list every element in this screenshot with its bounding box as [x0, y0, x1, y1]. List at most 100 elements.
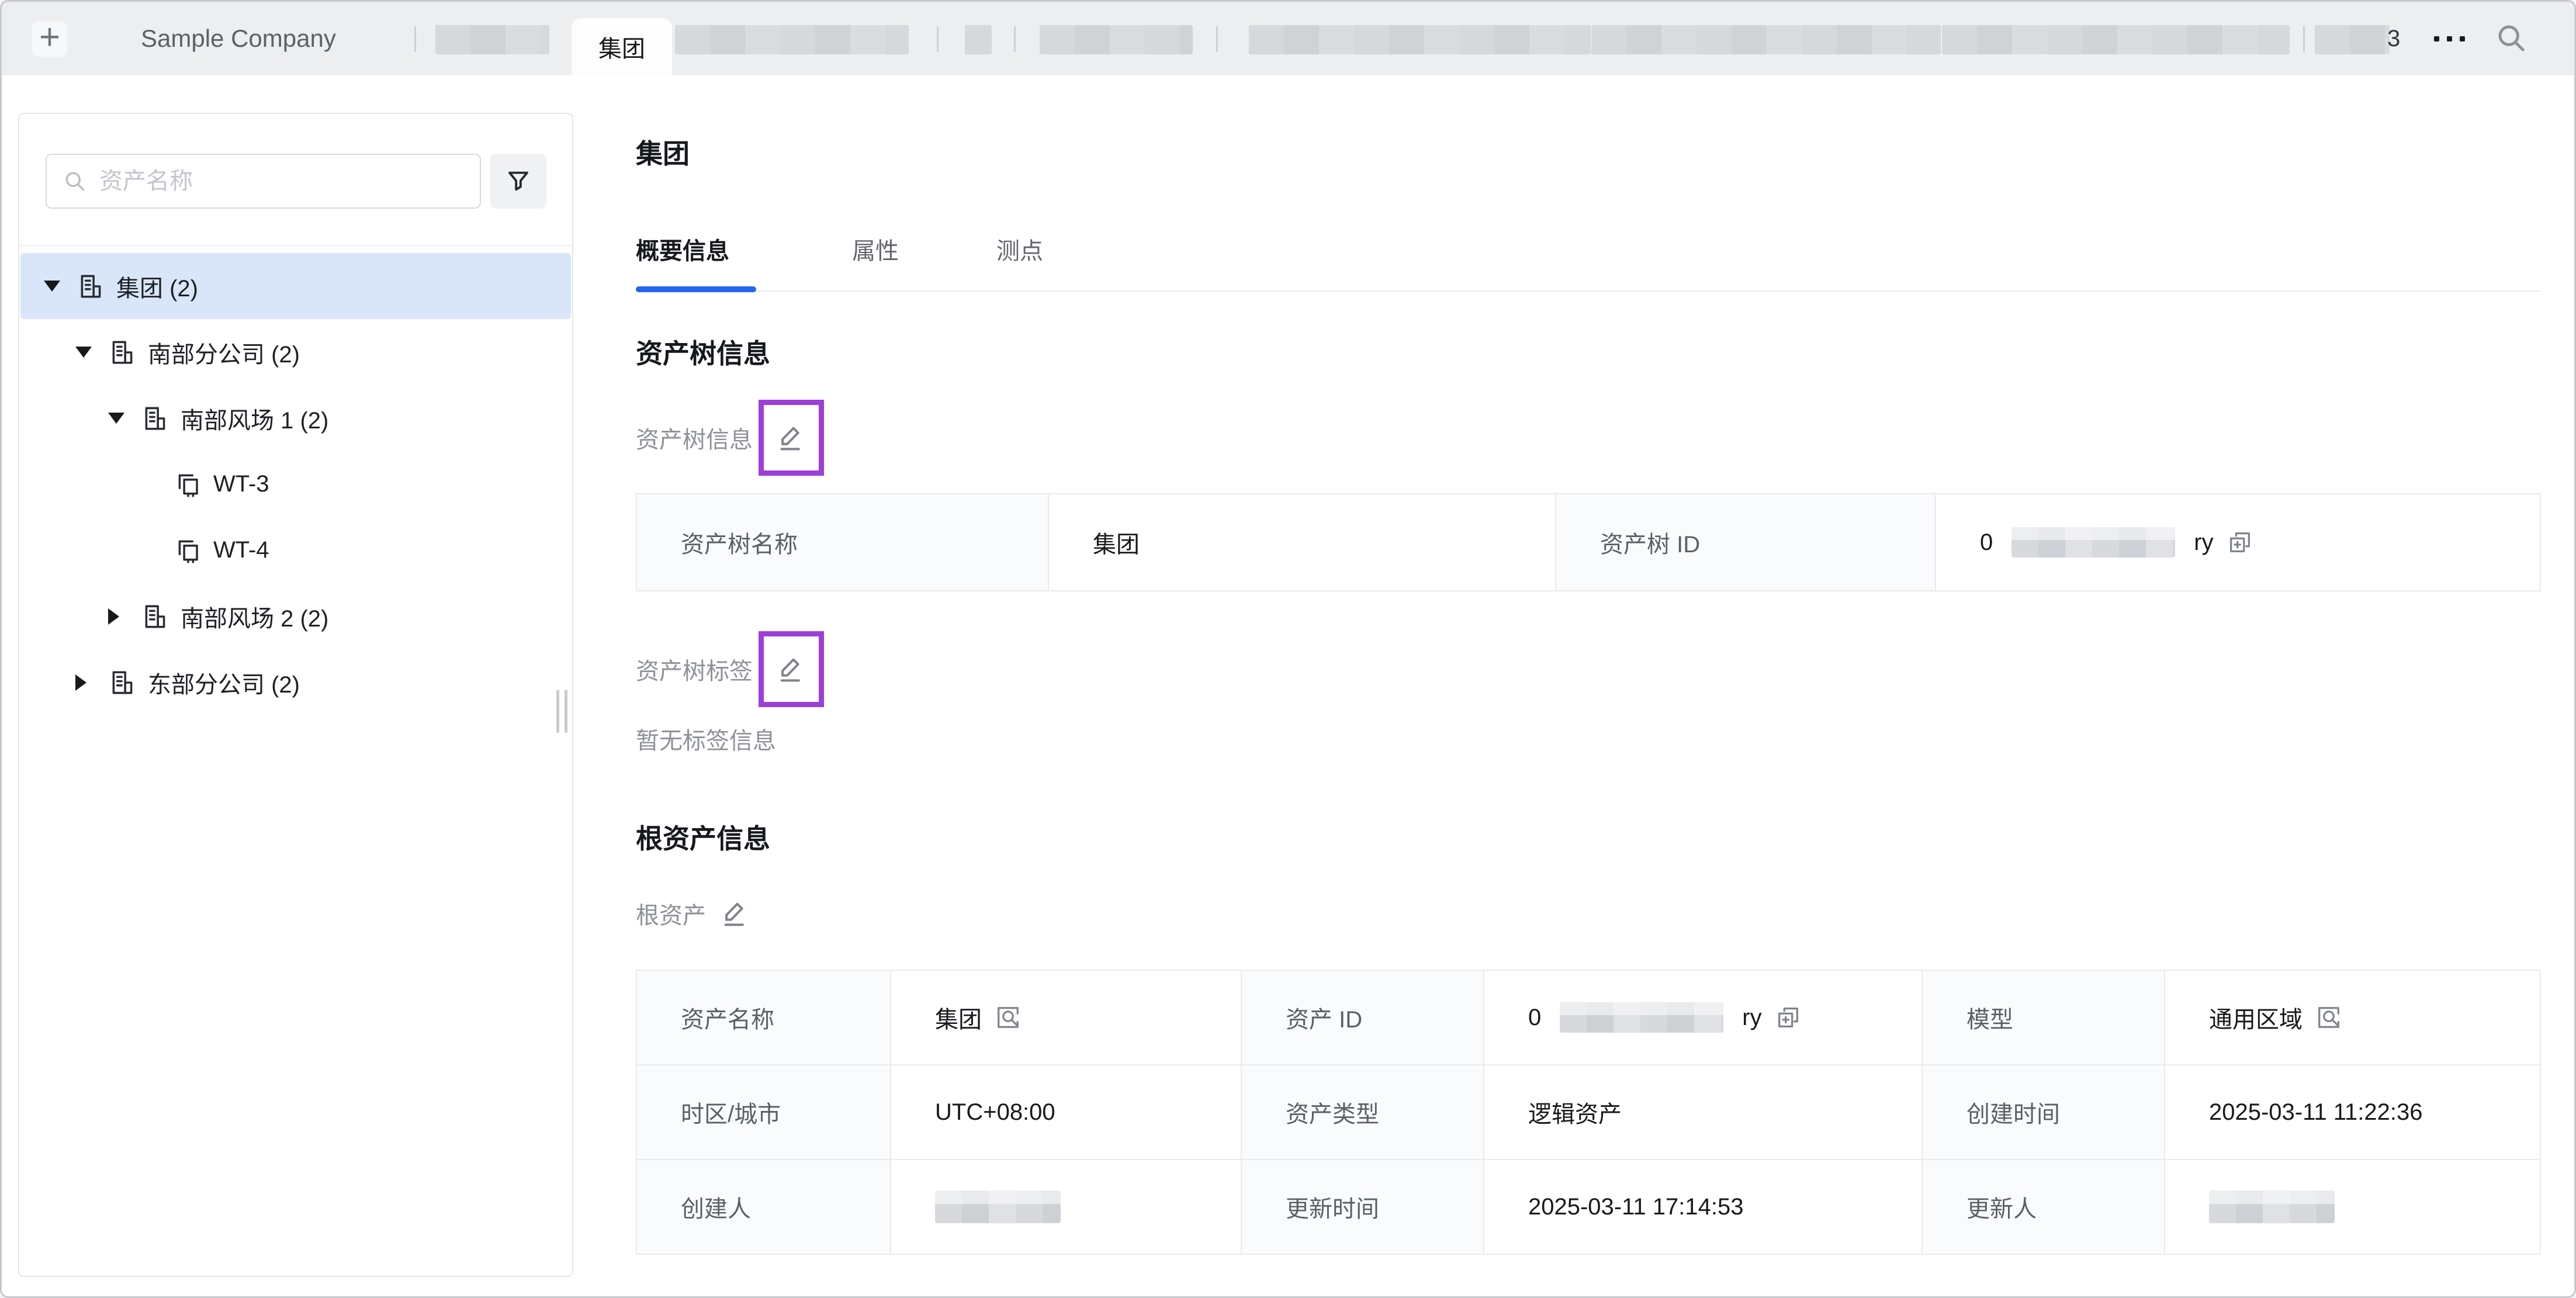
- app-window: + Sample Company 集团 3: [0, 0, 2576, 1298]
- tab-placeholder[interactable]: [965, 25, 992, 54]
- tree-node-label: WT-3: [213, 471, 269, 497]
- field-label: 更新时间: [1242, 1160, 1483, 1254]
- field-value: UTC+08:00: [891, 1065, 1241, 1159]
- section-heading-tree-info: 资产树信息: [636, 333, 770, 371]
- view-detail-icon[interactable]: [995, 1004, 1022, 1031]
- view-detail-icon[interactable]: [2315, 1004, 2342, 1031]
- id-suffix: ry: [1742, 1005, 1761, 1031]
- cell-text: 集团: [1093, 525, 1140, 559]
- cell-text: 2025-03-11 11:22:36: [2209, 1099, 2423, 1126]
- edit-icon[interactable]: [775, 653, 808, 686]
- tree-node-南部风场22[interactable]: 南部风场 2 (2): [19, 583, 572, 649]
- field-label: 创建时间: [1923, 1065, 2164, 1159]
- id-prefix: 0: [1528, 1005, 1541, 1031]
- caret-right-icon[interactable]: [108, 608, 119, 625]
- tree-node-label: 南部风场 2 (2): [181, 600, 328, 634]
- tab-attributes[interactable]: 属性: [852, 232, 899, 266]
- cell-text: 资产树 ID: [1600, 525, 1700, 559]
- org-asset-icon: [108, 668, 137, 697]
- tree-node-label: 南部分公司 (2): [148, 335, 300, 369]
- browser-tab-bar: + Sample Company 集团 3: [2, 2, 2574, 75]
- field-value: 0 ry: [1484, 971, 1921, 1064]
- cell-text: 时区/城市: [681, 1095, 781, 1129]
- tab-placeholder[interactable]: [1591, 25, 1941, 54]
- tab-title-fragment: 3: [2387, 2, 2400, 75]
- cell-text: 通用区域: [2209, 1001, 2303, 1034]
- field-value: 集团: [891, 971, 1241, 1064]
- field-label: 更新人: [1923, 1160, 2164, 1254]
- tab-placeholder[interactable]: [1942, 25, 2290, 54]
- field-value: 2025-03-11 11:22:36: [2165, 1065, 2540, 1159]
- tab-placeholder[interactable]: [675, 25, 909, 54]
- tree-node-WT-4[interactable]: WT-4: [19, 517, 572, 583]
- org-asset-icon: [141, 404, 170, 433]
- tab-separator: [2303, 26, 2305, 52]
- org-asset-icon: [108, 338, 137, 367]
- tree-tag-label: 资产树标签: [636, 652, 753, 686]
- asset-search-box: [46, 154, 481, 209]
- tabs-divider: [636, 290, 2541, 292]
- annotation-highlight: [759, 631, 824, 707]
- active-tab-underline: [636, 286, 756, 292]
- copy-icon[interactable]: [1775, 1004, 1802, 1031]
- caret-down-icon[interactable]: [75, 347, 92, 358]
- more-tabs-button[interactable]: [2434, 2, 2465, 75]
- tree-node-东部分公司2[interactable]: 东部分公司 (2): [19, 649, 572, 715]
- tab-placeholder[interactable]: [435, 25, 549, 54]
- root-asset-table: 资产名称集团资产 ID0ry模型通用区域时区/城市UTC+08:00资产类型逻辑…: [636, 970, 2541, 1255]
- tab-separator: [1014, 26, 1016, 52]
- cell-text: 逻辑资产: [1528, 1095, 1622, 1129]
- cell-text: 资产 ID: [1286, 1001, 1362, 1034]
- org-asset-icon: [141, 602, 170, 631]
- field-value: 0 ry: [1936, 494, 2540, 590]
- asset-tree-panel: 集团 (2) 南部分公司 (2) 南部风场 1 (2) WT-3 WT-4 南部风场 2 …: [18, 113, 573, 1277]
- tab-active[interactable]: 集团: [572, 18, 672, 75]
- edit-icon[interactable]: [775, 421, 808, 454]
- search-tabs-icon[interactable]: [2495, 22, 2529, 56]
- field-label: 时区/城市: [637, 1065, 890, 1159]
- field-value: [2165, 1160, 2540, 1254]
- tree-info-label: 资产树信息: [636, 421, 753, 455]
- field-label: 资产类型: [1242, 1065, 1483, 1159]
- device-asset-icon: [174, 536, 203, 565]
- edit-root-asset-button[interactable]: [719, 897, 752, 930]
- field-value: 2025-03-11 17:14:53: [1484, 1160, 1921, 1254]
- caret-down-icon[interactable]: [108, 413, 124, 424]
- tree-node-WT-3[interactable]: WT-3: [19, 451, 572, 517]
- caret-right-icon[interactable]: [75, 674, 86, 691]
- tab-points[interactable]: 测点: [996, 232, 1043, 266]
- tree-info-edit-row: 资产树信息: [636, 397, 824, 479]
- tab-placeholder[interactable]: [2315, 25, 2390, 54]
- field-label: 资产 ID: [1242, 971, 1483, 1064]
- tree-tag-edit-row: 资产树标签: [636, 628, 824, 710]
- tab-placeholder[interactable]: [1249, 25, 1591, 54]
- redacted-id: [2011, 527, 2175, 558]
- copy-icon[interactable]: [2227, 529, 2253, 556]
- asset-tree: 集团 (2) 南部分公司 (2) 南部风场 1 (2) WT-3 WT-4 南部风场 2 …: [19, 253, 572, 715]
- tab-placeholder[interactable]: [1040, 25, 1193, 54]
- tree-node-集团2[interactable]: 集团 (2): [20, 253, 571, 319]
- no-tag-text: 暂无标签信息: [636, 722, 776, 756]
- id-prefix: 0: [1980, 529, 1993, 556]
- redacted-value: [2209, 1190, 2335, 1223]
- cell-text: 模型: [1966, 1001, 2013, 1034]
- field-value: 通用区域: [2165, 971, 2540, 1064]
- cell-text: 2025-03-11 17:14:53: [1528, 1194, 1743, 1220]
- panel-resize-handle[interactable]: [556, 690, 567, 733]
- filter-button[interactable]: [490, 154, 546, 209]
- id-suffix: ry: [2194, 529, 2213, 556]
- field-label: 资产树 ID: [1556, 494, 1935, 590]
- caret-down-icon[interactable]: [44, 281, 60, 292]
- tree-node-label: 集团 (2): [116, 269, 198, 303]
- tree-node-南部风场12[interactable]: 南部风场 1 (2): [19, 385, 572, 451]
- tree-node-南部分公司2[interactable]: 南部分公司 (2): [19, 319, 572, 385]
- root-asset-edit-row: 根资产: [636, 885, 752, 942]
- redacted-id: [1560, 1002, 1723, 1033]
- new-tab-button[interactable]: +: [32, 22, 67, 57]
- cell-text: 创建时间: [1966, 1095, 2060, 1129]
- tab-overview[interactable]: 概要信息: [636, 232, 729, 266]
- cell-text: 集团: [935, 1001, 982, 1034]
- field-value: 逻辑资产: [1484, 1065, 1921, 1159]
- asset-search-input[interactable]: [99, 168, 462, 195]
- cell-text: 更新人: [1966, 1190, 2037, 1224]
